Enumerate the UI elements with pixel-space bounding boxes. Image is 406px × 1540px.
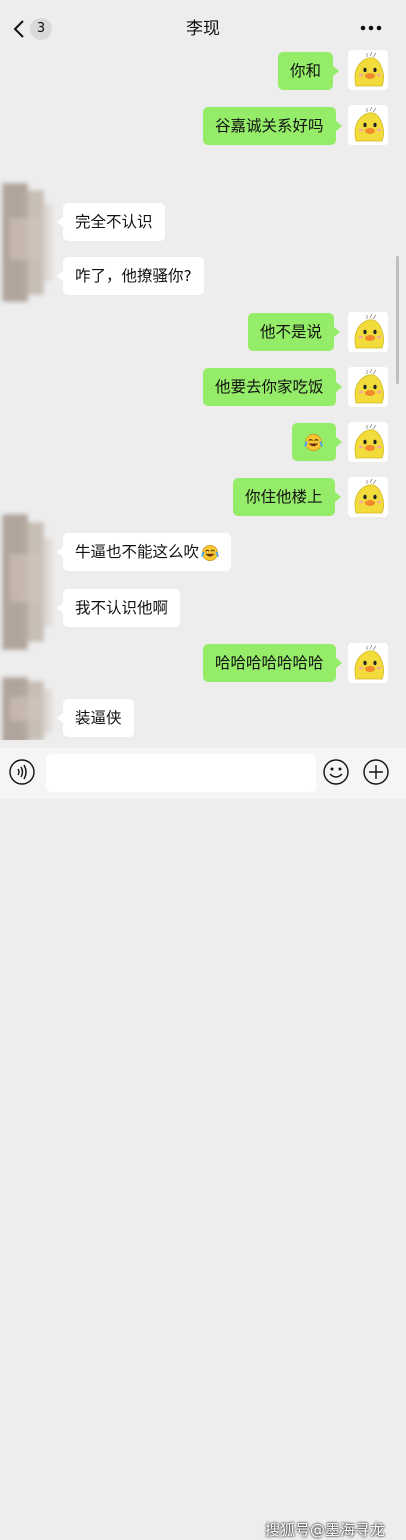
my-avatar[interactable]: [348, 50, 388, 90]
emoji-icon[interactable]: [322, 758, 350, 786]
message-bubble[interactable]: 他要去你家吃饭: [203, 368, 342, 406]
peer-avatar[interactable]: [0, 176, 64, 316]
message-bubble[interactable]: 谷嘉诚关系好吗: [203, 107, 342, 145]
message-input[interactable]: [46, 754, 316, 792]
more-icon[interactable]: [358, 18, 384, 38]
peer-avatar[interactable]: [0, 506, 64, 666]
message-bubble[interactable]: 咋了，他撩骚你?: [57, 257, 204, 295]
voice-icon[interactable]: [8, 758, 36, 786]
laugh-cry-emoji: [304, 434, 323, 451]
message-text: 牛逼也不能这么吹: [75, 543, 200, 561]
duck-avatar: [348, 312, 388, 352]
duck-avatar: [348, 105, 388, 145]
message-list[interactable]: 你和 谷嘉诚关系好吗 完全不认识 咋了，他撩骚你? 他不是说 他要去你家吃饭 你…: [0, 48, 406, 740]
my-avatar[interactable]: [348, 312, 388, 352]
message-bubble[interactable]: 我不认识他啊: [56, 589, 181, 627]
scrollbar[interactable]: [396, 256, 399, 384]
peer-avatar[interactable]: [0, 673, 64, 740]
my-avatar[interactable]: [348, 422, 388, 462]
message-bubble[interactable]: 你住他楼上: [233, 478, 341, 516]
my-avatar[interactable]: [348, 477, 388, 517]
my-avatar[interactable]: [348, 367, 388, 407]
watermark: 搜狐号@墨海寻龙: [265, 1521, 386, 1539]
duck-avatar: [348, 422, 388, 462]
chat-title: 李现: [186, 19, 220, 39]
message-bubble[interactable]: 牛逼也不能这么吹: [56, 533, 232, 571]
blurred-avatar: [0, 673, 64, 740]
duck-avatar: [348, 50, 388, 90]
message-bubble[interactable]: 完全不认识: [57, 203, 165, 241]
my-avatar[interactable]: [348, 105, 388, 145]
message-bubble[interactable]: [292, 423, 342, 461]
message-bubble[interactable]: 哈哈哈哈哈哈哈: [203, 644, 342, 682]
input-bar: 搜狐号@墨海寻龙: [0, 748, 406, 1539]
blurred-avatar: [0, 176, 64, 316]
message-bubble[interactable]: 他不是说: [248, 313, 341, 351]
message-bubble[interactable]: 你和: [278, 52, 340, 90]
plus-icon[interactable]: [362, 758, 390, 786]
blurred-avatar: [0, 506, 64, 666]
duck-avatar: [348, 367, 388, 407]
laugh-cry-emoji: [201, 544, 219, 561]
my-avatar[interactable]: [348, 643, 388, 683]
duck-avatar: [348, 477, 388, 517]
message-bubble[interactable]: 装逼侠: [57, 699, 134, 737]
duck-avatar: [348, 643, 388, 683]
